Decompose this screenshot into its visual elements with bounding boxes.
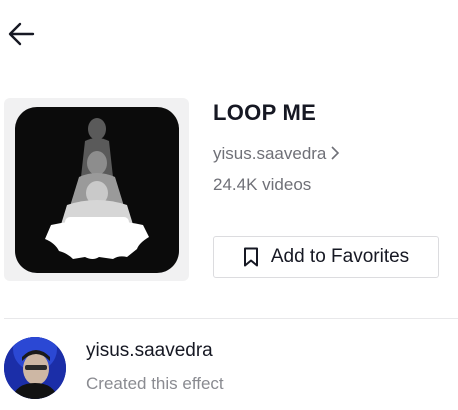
bookmark-icon [243,247,258,267]
effect-thumbnail-frame [4,98,189,281]
effect-thumbnail [15,107,179,273]
creator-avatar[interactable] [4,337,66,399]
creator-name[interactable]: yisus.saavedra [86,340,213,362]
video-count: 24.4K videos [213,175,312,194]
effect-silhouette-image [45,118,149,259]
creator-subtitle: Created this effect [86,374,224,393]
effect-title: LOOP ME [213,100,317,125]
creator-profile-link[interactable]: yisus.saavedra [213,144,340,165]
back-button[interactable] [6,18,38,50]
creator-link-label: yisus.saavedra [213,144,327,163]
add-to-favorites-button[interactable]: Add to Favorites [213,236,439,278]
add-to-favorites-label: Add to Favorites [270,246,410,267]
chevron-right-icon [330,145,340,165]
arrow-left-icon [8,22,35,46]
section-divider [4,318,458,319]
